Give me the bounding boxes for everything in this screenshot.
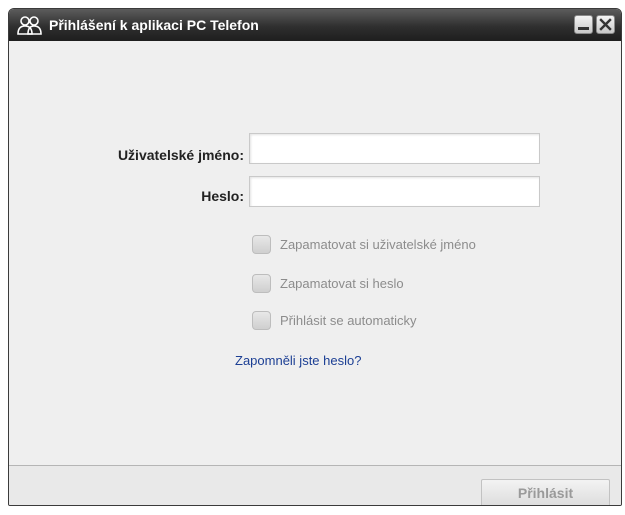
password-field[interactable] [249,176,540,207]
username-field[interactable] [249,133,540,164]
dialog-body: Uživatelské jméno: Heslo: Zapamatovat si… [9,41,621,466]
login-dialog: Přihlášení k aplikaci PC Telefon Uživate… [8,8,622,506]
auto-login-checkbox[interactable] [252,311,271,330]
username-label: Uživatelské jméno: [117,147,244,163]
password-input[interactable] [250,177,539,206]
login-button[interactable]: Přihlásit [481,479,610,505]
window-title: Přihlášení k aplikaci PC Telefon [49,17,259,33]
auto-login-label: Přihlásit se automaticky [280,313,417,328]
users-icon [17,16,42,35]
title-bar[interactable]: Přihlášení k aplikaci PC Telefon [9,9,621,41]
remember-username-label: Zapamatovat si uživatelské jméno [280,237,476,252]
remember-password-label: Zapamatovat si heslo [280,276,404,291]
forgot-password-link[interactable]: Zapomněli jste heslo? [235,353,361,368]
minimize-icon [578,27,589,30]
password-label: Heslo: [201,188,244,204]
remember-password-checkbox[interactable] [252,274,271,293]
close-icon [599,18,612,31]
close-button[interactable] [596,15,615,34]
username-input[interactable] [250,134,539,163]
remember-username-checkbox[interactable] [252,235,271,254]
minimize-button[interactable] [574,15,593,34]
